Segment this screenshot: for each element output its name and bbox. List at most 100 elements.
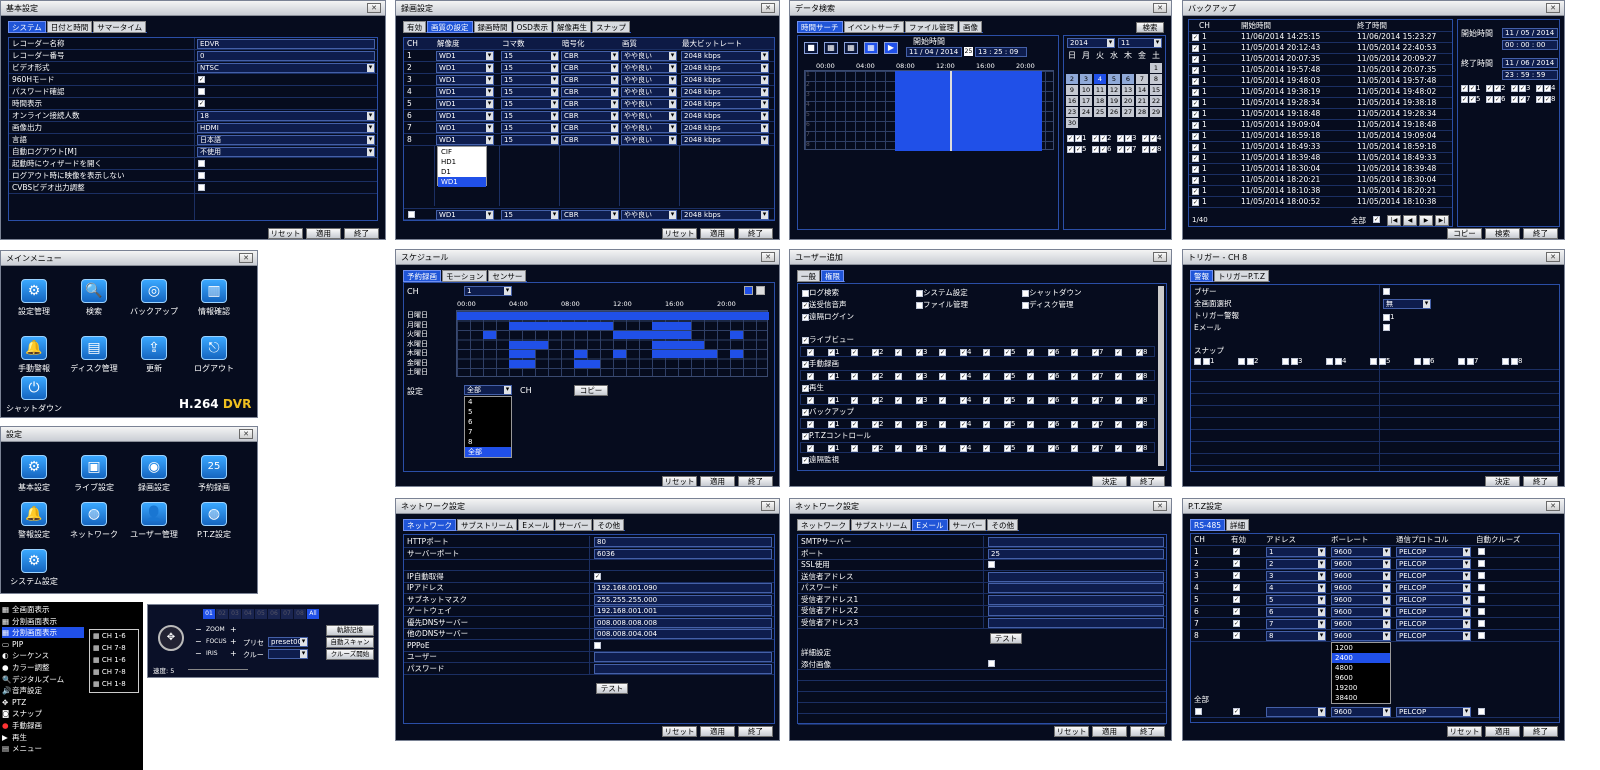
channel-checkbox[interactable]: ✓ [828, 348, 835, 356]
address-select[interactable]: 8 [1266, 631, 1326, 641]
snap-checkbox[interactable] [1282, 357, 1289, 365]
channel-button[interactable]: 03 [229, 609, 241, 619]
channel-checkbox[interactable]: ✓ [1067, 134, 1074, 142]
channel-checkbox[interactable]: ✓ [895, 372, 902, 380]
calendar-day[interactable]: 5 [1108, 74, 1120, 84]
channel-check[interactable]: ✓ ✓5 [983, 396, 1015, 404]
tab-2[interactable]: ファイル管理 [905, 21, 958, 33]
row-dropdown[interactable]: CBR [561, 135, 619, 145]
layout-icon[interactable]: ▦ [844, 42, 858, 54]
setting-dropdown[interactable]: 日本語 [197, 135, 375, 145]
section-checkbox[interactable]: ✓ [802, 336, 809, 344]
iris-plus[interactable]: + [230, 649, 237, 658]
row-dropdown[interactable]: 2048 kbps [681, 123, 769, 133]
email-input[interactable]: 25 [988, 548, 1164, 559]
enable-checkbox[interactable]: ✓ [1233, 608, 1240, 615]
permission-item[interactable]: シャットダウン [1022, 287, 1082, 298]
channel-checkbox[interactable]: ✓ [916, 444, 923, 452]
cruise-checkbox[interactable] [1478, 572, 1485, 579]
setting-checkbox[interactable] [198, 88, 205, 95]
backup-row[interactable]: ✓ 1 11/05/2014 19:48:03 11/05/2014 19:57:48 [1189, 76, 1452, 87]
channel-checkbox[interactable]: ✓ [960, 444, 967, 452]
button-2[interactable]: 終了 [1523, 228, 1558, 239]
tab-3[interactable]: OSD表示 [512, 21, 552, 33]
setting-input[interactable]: EDVR [197, 39, 375, 49]
all-baud-select[interactable]: 9600 [1331, 707, 1391, 717]
protocol-select[interactable]: PELCOP [1396, 595, 1471, 605]
email-input[interactable] [988, 571, 1164, 582]
channel-checkbox[interactable]: ✓ [1100, 145, 1107, 153]
calendar-day[interactable]: 26 [1108, 107, 1120, 117]
button-0[interactable]: リセット [662, 726, 697, 737]
channel-button[interactable]: 06 [268, 609, 280, 619]
channel-checkbox[interactable]: ✓ [1027, 420, 1034, 428]
row-checkbox[interactable]: ✓ [1192, 100, 1199, 107]
channel-checkbox[interactable]: ✓ [895, 444, 902, 452]
all-address-select[interactable] [1266, 707, 1326, 717]
backup-row[interactable]: ✓ 1 11/05/2014 18:49:33 11/05/2014 18:59:18 [1189, 142, 1452, 153]
end-date[interactable]: 11 / 06 / 2014 [1502, 58, 1558, 68]
menu-item[interactable]: ▦ 分割画面表示 [2, 616, 84, 627]
cruise-checkbox[interactable] [1478, 608, 1485, 615]
channel-checkbox[interactable]: ✓ [1511, 84, 1518, 92]
channel-check[interactable]: ✓ ✓5 [1067, 145, 1086, 153]
channel-checkbox[interactable]: ✓ [872, 348, 879, 356]
channel-check[interactable]: ✓ ✓7 [1071, 372, 1103, 380]
snap-checkbox[interactable] [1370, 357, 1377, 365]
permission-item[interactable]: ✓遠隔ログイン [802, 311, 854, 322]
channel-check[interactable]: ✓ ✓1 [807, 348, 839, 356]
tab-1[interactable]: イベントサーチ [843, 21, 904, 33]
calendar-day[interactable]: 23 [1066, 107, 1078, 117]
row-dropdown[interactable]: WD1 [436, 111, 494, 121]
network-checkbox[interactable] [594, 641, 601, 649]
setting-dropdown[interactable]: NTSC [197, 63, 375, 73]
search-button[interactable]: 検索 [1136, 22, 1164, 33]
channel-checkbox[interactable]: ✓ [1092, 420, 1099, 428]
row-checkbox[interactable]: ✓ [1192, 155, 1199, 162]
button-1[interactable]: 適用 [700, 228, 735, 239]
row-dropdown[interactable]: やや良い [621, 75, 677, 85]
channel-check[interactable]: ✓ ✓5 [983, 348, 1015, 356]
channel-checkbox[interactable]: ✓ [1125, 134, 1132, 142]
menu-item[interactable]: ● 手動録画 [2, 720, 84, 731]
all-dropdown[interactable]: WD1 [436, 210, 494, 220]
channel-checkbox[interactable]: ✓ [1004, 420, 1011, 428]
row-dropdown[interactable]: WD1 [436, 135, 494, 145]
channel-checkbox[interactable]: ✓ [1117, 134, 1124, 142]
channel-checkbox[interactable]: ✓ [916, 372, 923, 380]
channel-checkbox[interactable]: ✓ [1115, 372, 1122, 380]
channel-checkbox[interactable]: ✓ [1519, 84, 1526, 92]
setup-icon-8[interactable]: ⚙ [21, 549, 47, 573]
baud-option[interactable]: 4800 [1332, 663, 1390, 673]
channel-button[interactable]: 01 [203, 609, 215, 619]
channel-checkbox[interactable]: ✓ [851, 396, 858, 404]
speed-slider[interactable] [188, 669, 248, 670]
protocol-select[interactable]: PELCOP [1396, 619, 1471, 629]
button-0[interactable]: コピー [1447, 228, 1482, 239]
channel-checkbox[interactable]: ✓ [916, 348, 923, 356]
cruise-checkbox[interactable] [1478, 632, 1485, 639]
button-0[interactable]: 決定 [1092, 476, 1127, 486]
row-checkbox[interactable]: ✓ [1192, 34, 1199, 41]
channel-check[interactable]: ✓ ✓1 [1461, 84, 1480, 92]
channel-checkbox[interactable]: ✓ [1092, 444, 1099, 452]
enable-checkbox[interactable]: ✓ [1233, 632, 1240, 639]
channel-checkbox[interactable]: ✓ [1092, 145, 1099, 153]
network-input[interactable]: 008.008.008.008 [594, 617, 772, 628]
row-dropdown[interactable]: CBR [561, 87, 619, 97]
snap-checkbox[interactable] [1379, 357, 1386, 365]
submenu-item[interactable]: ▦ CH 1-6 [90, 654, 138, 666]
ssl-checkbox[interactable] [988, 561, 995, 568]
section-checkbox[interactable]: ✓ [802, 456, 809, 464]
snap-checkbox[interactable] [1291, 357, 1298, 365]
calendar-day[interactable]: 29 [1150, 107, 1162, 117]
tab-4[interactable]: その他 [593, 519, 624, 531]
snap-check[interactable]: 4 [1326, 357, 1346, 365]
button-0[interactable]: リセット [662, 476, 697, 486]
calendar-day[interactable]: 12 [1108, 85, 1120, 95]
channel-checkbox[interactable]: ✓ [1511, 95, 1518, 103]
protocol-select[interactable]: PELCOP [1396, 547, 1471, 557]
snap-check[interactable]: 8 [1502, 357, 1522, 365]
calendar-day[interactable]: 3 [1080, 74, 1092, 84]
row-checkbox[interactable]: ✓ [1192, 89, 1199, 96]
